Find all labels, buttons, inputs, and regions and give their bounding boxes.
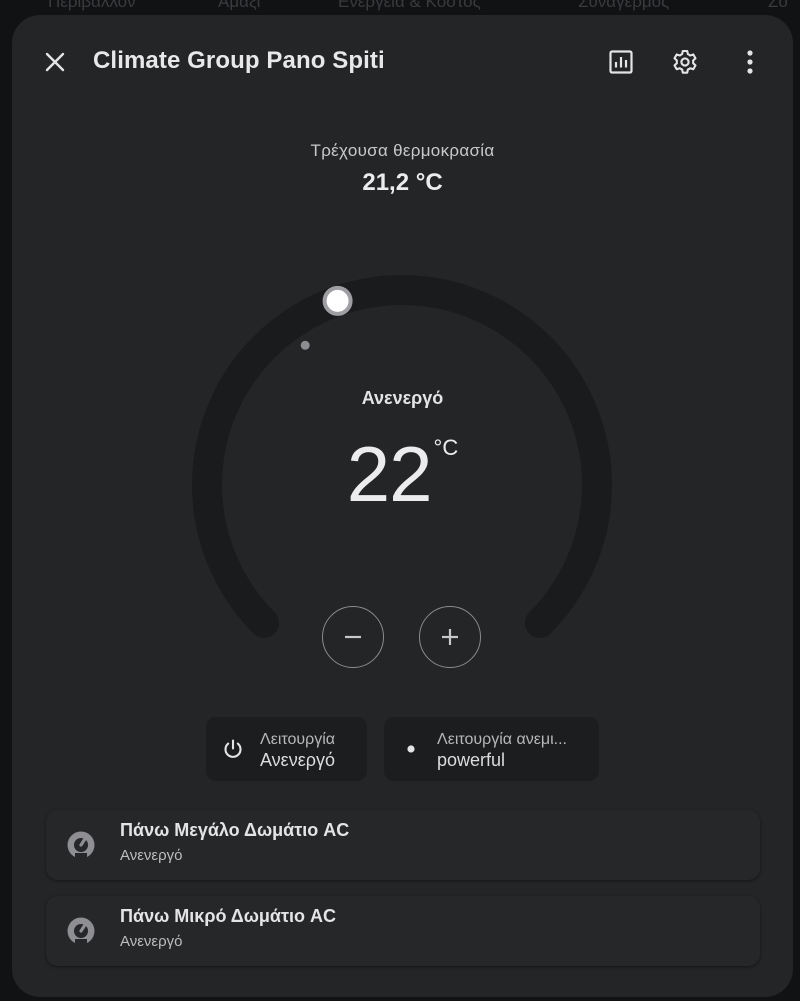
entity-card-small-room-ac[interactable]: Πάνω Μικρό Δωμάτιο AC Ανενεργό (46, 896, 760, 966)
background-tab: Ενέργεια & Κόστος (338, 0, 481, 11)
target-temperature-value: 22 (346, 430, 433, 518)
entity-name: Πάνω Μεγάλο Δωμάτιο AC (120, 820, 350, 840)
background-tab: Περιβάλλον (48, 0, 136, 11)
climate-more-info-dialog: Climate Group Pano Spiti Τρέχουσα θερμοκ… (12, 15, 793, 997)
plus-icon (442, 629, 458, 645)
current-temperature-value: 21,2 °C (362, 169, 443, 196)
background-tab: Συναγερμός (578, 0, 670, 11)
minus-icon (345, 635, 361, 639)
entity-name: Πάνω Μικρό Δωμάτιο AC (120, 906, 337, 926)
close-button[interactable] (38, 45, 72, 79)
settings-button[interactable] (667, 44, 703, 80)
current-temperature-label: Τρέχουσα θερμοκρασία (310, 141, 495, 160)
hvac-mode-label: Λειτουργία (260, 731, 336, 748)
history-button[interactable] (603, 44, 639, 80)
hvac-state-label: Ανενεργό (361, 388, 444, 408)
fan-mode-label: Λειτουργία ανεμι... (437, 731, 567, 748)
fan-mode-value: powerful (437, 750, 506, 770)
thermostat-icon (67, 917, 95, 945)
dialog-title: Climate Group Pano Spiti (93, 47, 385, 74)
current-temperature-marker (300, 340, 310, 350)
target-temperature-handle[interactable] (322, 285, 353, 316)
fan-mode-chip[interactable]: Λειτουργία ανεμι... powerful (384, 717, 599, 781)
more-vertical-icon (747, 50, 753, 74)
history-chart-icon (609, 50, 633, 74)
gear-icon (673, 49, 697, 74)
dot-icon (400, 738, 422, 760)
hvac-mode-value: Ανενεργό (260, 750, 335, 770)
target-temperature: 22°C (12, 435, 793, 513)
hvac-mode-chip[interactable]: Λειτουργία Ανενεργό (206, 717, 367, 781)
decrease-temperature-button[interactable] (322, 606, 384, 668)
close-icon (45, 52, 65, 72)
thermostat-icon (67, 831, 95, 859)
background-tabs: Περιβάλλον Αμάξι Ενέργεια & Κόστος Συναγ… (0, 0, 800, 12)
background-tab: Αμάξι (218, 0, 261, 11)
entity-state: Ανενεργό (120, 847, 183, 864)
increase-temperature-button[interactable] (419, 606, 481, 668)
entity-state: Ανενεργό (120, 933, 183, 950)
background-tab: Zo (768, 0, 788, 11)
entity-card-large-room-ac[interactable]: Πάνω Μεγάλο Δωμάτιο AC Ανενεργό (46, 810, 760, 880)
more-options-button[interactable] (732, 44, 768, 80)
target-temperature-unit: °C (433, 435, 459, 460)
power-icon (222, 738, 244, 760)
